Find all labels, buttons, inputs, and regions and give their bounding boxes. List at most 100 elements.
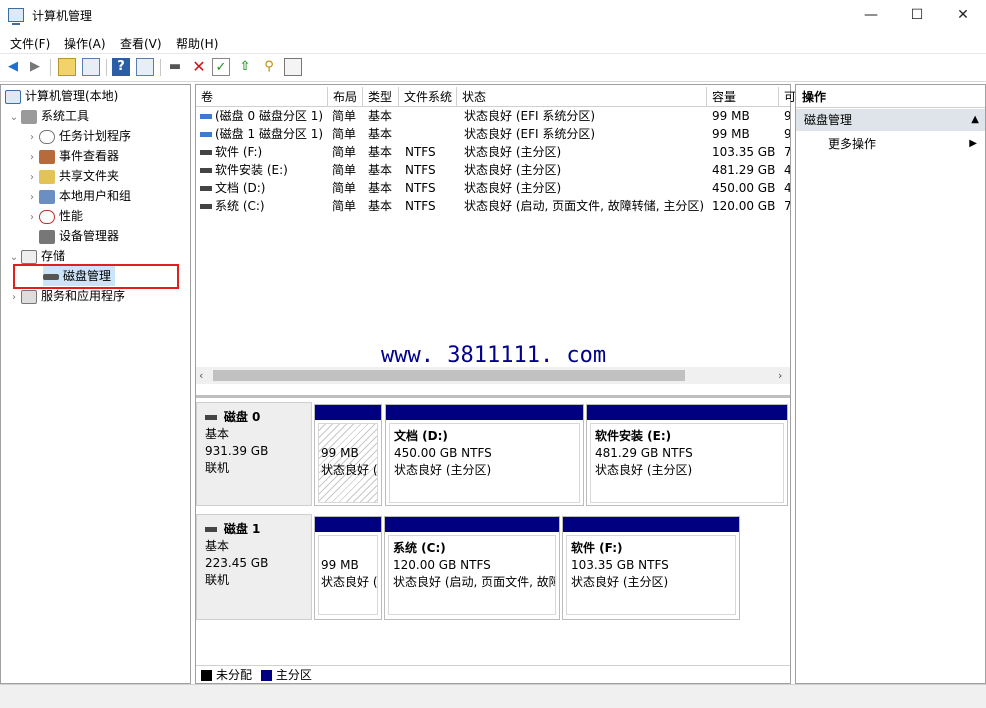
users-icon xyxy=(39,189,55,204)
cell-type: 基本 xyxy=(368,109,393,123)
partition-status: 状态良好 (主分区) xyxy=(394,463,492,477)
partition-d[interactable]: 文档 (D:) 450.00 GB NTFS 状态良好 (主分区) xyxy=(385,404,584,506)
menu-help[interactable]: 帮助(H) xyxy=(176,35,218,52)
back-arrow-icon[interactable]: ◀ xyxy=(4,58,22,76)
disk-0-label[interactable]: 磁盘 0 基本 931.39 GB 联机 xyxy=(196,402,312,506)
partition-e[interactable]: 软件安装 (E:) 481.29 GB NTFS 状态良好 (主分区) xyxy=(586,404,788,506)
actions-section-disk-management[interactable]: 磁盘管理 ▲ xyxy=(796,109,985,131)
tree-item-root[interactable]: 计算机管理(本地) xyxy=(5,86,118,106)
legend: 未分配 主分区 xyxy=(196,665,790,683)
cell-volume: 软件 (F:) xyxy=(200,143,328,161)
delete-icon[interactable]: ✕ xyxy=(190,58,208,76)
partition-f[interactable]: 软件 (F:) 103.35 GB NTFS 状态良好 (主分区) xyxy=(562,516,740,620)
tree-item-event-viewer[interactable]: › 事件查看器 xyxy=(25,146,119,166)
computer-management-icon xyxy=(8,8,24,25)
cell-filesystem: NTFS xyxy=(405,199,436,213)
disk-1-label[interactable]: 磁盘 1 基本 223.45 GB 联机 xyxy=(196,514,312,620)
column-header-volume[interactable]: 卷 xyxy=(196,87,328,107)
cell-free: 7 xyxy=(784,145,790,159)
tree-label: 共享文件夹 xyxy=(59,169,120,183)
chevron-right-icon[interactable]: › xyxy=(25,188,39,208)
column-header-filesystem[interactable]: 文件系统 xyxy=(399,87,457,107)
close-button[interactable]: ✕ xyxy=(940,0,986,31)
tree-item-local-users[interactable]: › 本地用户和组 xyxy=(25,186,131,206)
tree-item-task-scheduler[interactable]: › 任务计划程序 xyxy=(25,126,131,146)
tree-item-disk-management[interactable]: 磁盘管理 xyxy=(43,266,116,286)
table-row[interactable]: (磁盘 0 磁盘分区 1) 简单 基本 状态良好 (EFI 系统分区) 99 MB 9 xyxy=(196,107,790,125)
cell-capacity: 120.00 GB xyxy=(712,199,776,213)
up-folder-icon[interactable] xyxy=(58,58,76,76)
tree-item-system-tools[interactable]: ⌄ 系统工具 xyxy=(7,106,89,126)
disk-name: 磁盘 1 xyxy=(223,522,261,536)
tree-item-services-apps[interactable]: › 服务和应用程序 xyxy=(7,286,125,306)
partition-status: 状态良好 (主分区) xyxy=(571,575,669,589)
column-header-layout[interactable]: 布局 xyxy=(328,87,363,107)
column-header-type[interactable]: 类型 xyxy=(363,87,399,107)
column-header-status[interactable]: 状态 xyxy=(457,87,707,107)
collapse-up-icon[interactable]: ▲ xyxy=(971,109,979,131)
more-actions-item[interactable]: 更多操作 ▶ xyxy=(796,133,985,155)
scroll-left-icon[interactable]: ‹ xyxy=(199,367,203,384)
disk-state: 联机 xyxy=(205,461,230,475)
chevron-right-icon: ▶ xyxy=(969,138,977,149)
chevron-right-icon[interactable]: › xyxy=(25,128,39,148)
watermark-text: www. 3811111. com xyxy=(381,343,607,368)
properties-check-icon[interactable]: ✓ xyxy=(212,58,230,76)
table-row[interactable]: 文档 (D:) 简单 基本 NTFS 状态良好 (主分区) 450.00 GB 4 xyxy=(196,179,790,197)
partition-c[interactable]: 系统 (C:) 120.00 GB NTFS 状态良好 (启动, 页面文件, 故… xyxy=(384,516,560,620)
chevron-right-icon[interactable]: › xyxy=(25,168,39,188)
forward-arrow-icon[interactable]: ▶ xyxy=(26,58,44,76)
connect-drive-icon[interactable]: ▬ xyxy=(166,58,184,76)
column-header-free[interactable]: 可 xyxy=(779,87,796,107)
volume-table-header: 卷 布局 类型 文件系统 状态 容量 可 xyxy=(196,87,796,107)
menu-bar: 文件(F) 操作(A) 查看(V) 帮助(H) xyxy=(0,31,986,54)
scrollbar-thumb[interactable] xyxy=(213,370,685,381)
cell-capacity: 99 MB xyxy=(712,127,750,141)
partition-status: 状态良好 (启动, 页面文件, 故障 xyxy=(393,575,556,589)
scroll-right-icon[interactable]: › xyxy=(778,367,782,384)
tree-item-device-manager[interactable]: 设备管理器 xyxy=(39,226,119,246)
window-title: 计算机管理 xyxy=(32,9,93,23)
column-header-capacity[interactable]: 容量 xyxy=(707,87,779,107)
table-row[interactable]: 软件安装 (E:) 简单 基本 NTFS 状态良好 (主分区) 481.29 GB 4 xyxy=(196,161,790,179)
menu-action[interactable]: 操作(A) xyxy=(64,35,106,52)
partition-title: 软件 (F:) xyxy=(571,541,623,555)
partition-title: 文档 (D:) xyxy=(394,429,448,443)
minimize-button[interactable]: — xyxy=(848,0,894,31)
tree-item-performance[interactable]: › 性能 xyxy=(25,206,83,226)
menu-file[interactable]: 文件(F) xyxy=(10,35,50,52)
cell-layout: 简单 xyxy=(332,199,357,213)
chevron-right-icon[interactable]: › xyxy=(7,288,21,308)
partition-status: 状态良好 (主分区) xyxy=(595,463,693,477)
volume-icon xyxy=(200,132,212,137)
table-row[interactable]: (磁盘 1 磁盘分区 1) 简单 基本 状态良好 (EFI 系统分区) 99 MB 9 xyxy=(196,125,790,143)
settings-panel-icon[interactable] xyxy=(284,58,302,76)
tree-label: 任务计划程序 xyxy=(59,129,132,143)
cell-status: 状态良好 (主分区) xyxy=(464,181,562,195)
services-icon xyxy=(21,289,37,304)
horizontal-scrollbar[interactable]: ‹ › xyxy=(196,367,790,384)
partition-efi-disk1[interactable]: 99 MB 状态良好 ( xyxy=(314,516,382,620)
help-icon[interactable]: ? xyxy=(112,58,130,76)
partition-efi-disk0[interactable]: 99 MB 状态良好 ( xyxy=(314,404,382,506)
tree-item-shared-folders[interactable]: › 共享文件夹 xyxy=(25,166,119,186)
cell-layout: 简单 xyxy=(332,127,357,141)
chevron-right-icon[interactable]: › xyxy=(25,208,39,228)
menu-view[interactable]: 查看(V) xyxy=(120,35,162,52)
chevron-down-icon[interactable]: ⌄ xyxy=(7,108,21,128)
show-hide-tree-icon[interactable] xyxy=(82,58,100,76)
table-row[interactable]: 软件 (F:) 简单 基本 NTFS 状态良好 (主分区) 103.35 GB 7 xyxy=(196,143,790,161)
action-pane-icon[interactable] xyxy=(136,58,154,76)
partition-title: 软件安装 (E:) xyxy=(595,429,672,443)
cell-status: 状态良好 (主分区) xyxy=(464,145,562,159)
toolbar-separator xyxy=(160,59,161,76)
clock-icon xyxy=(39,129,55,144)
tree-item-storage[interactable]: ⌄ 存储 xyxy=(7,246,65,266)
maximize-button[interactable]: ☐ xyxy=(894,0,940,31)
up-arrow-icon[interactable]: ⇧ xyxy=(236,58,254,76)
search-folder-icon[interactable]: ⚲ xyxy=(260,58,278,76)
cell-status: 状态良好 (EFI 系统分区) xyxy=(464,109,596,123)
cell-type: 基本 xyxy=(368,127,393,141)
table-row[interactable]: 系统 (C:) 简单 基本 NTFS 状态良好 (启动, 页面文件, 故障转储, 主分区… xyxy=(196,197,790,215)
chevron-right-icon[interactable]: › xyxy=(25,148,39,168)
